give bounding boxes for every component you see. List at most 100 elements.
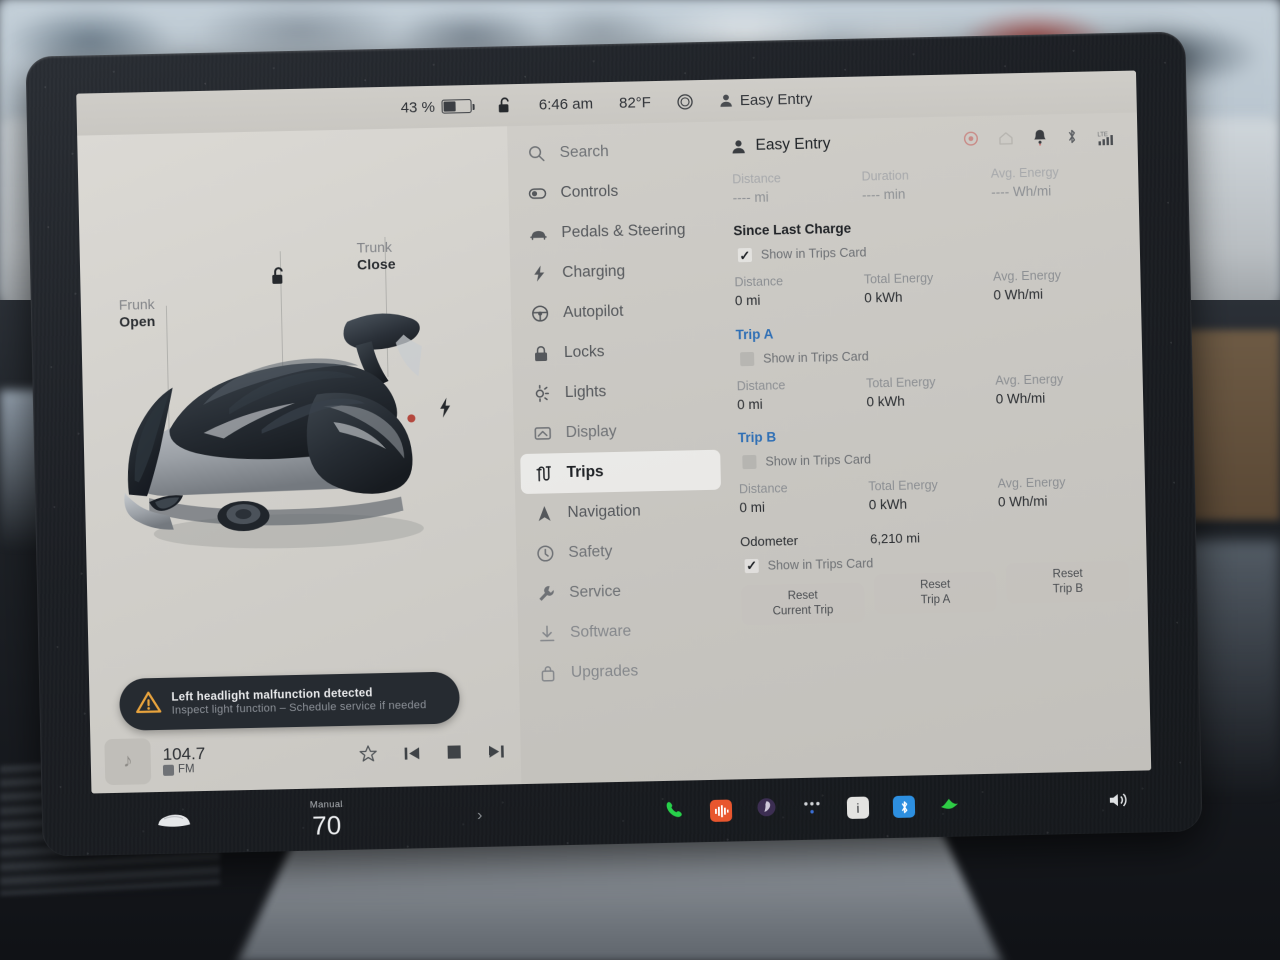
sidebar-item-pedals-steering[interactable]: Pedals & Steering <box>515 210 716 254</box>
stat-value: ---- min <box>861 186 906 203</box>
reset-current-trip-button[interactable]: Reset Current Trip <box>741 582 865 626</box>
reset-button-line2: Trip B <box>1052 582 1084 596</box>
unlocked-padlock-icon[interactable] <box>498 96 513 114</box>
radio-chip-icon <box>162 764 175 777</box>
trunk-label-state: Close <box>356 255 396 273</box>
trip-section: Trip B Show in Trips Card Distance 0 mi Tota… <box>738 422 1128 518</box>
car-front-icon[interactable] <box>156 811 191 835</box>
battery-status: 43 % <box>400 98 473 117</box>
tesla-touchscreen: 43 % 6:46 am 82°F Easy Entry Frunk Open … <box>76 70 1152 794</box>
outside-temperature-label: 82°F <box>618 93 652 112</box>
trip-stat: Total Energy 0 kWh <box>864 269 994 308</box>
sidebar-item-software[interactable]: Software <box>524 610 725 654</box>
trips-profile-name: Easy Entry <box>755 135 831 154</box>
skip-previous-icon[interactable] <box>404 745 421 766</box>
person-icon <box>731 139 745 154</box>
trunk-label-title: Trunk <box>356 238 393 256</box>
radio-band-row: FM <box>162 763 206 777</box>
open-padlock-icon[interactable] <box>270 265 289 291</box>
more-apps-icon[interactable] <box>801 797 823 820</box>
settings-sidebar: Search Controls Pedals & Steering Charging A… <box>507 122 733 784</box>
settings-pane: Search Controls Pedals & Steering Charging A… <box>507 112 1152 785</box>
show-in-trips-card-checkbox[interactable]: ✓ Show in Trips Card <box>737 240 1122 263</box>
clock-label: 6:46 am <box>538 94 594 114</box>
display-icon <box>534 424 552 442</box>
battery-percent-label: 43 % <box>400 98 436 117</box>
stat-value: ---- Wh/mi <box>991 183 1052 200</box>
trip-section: Trip A Show in Trips Card Distance 0 mi Tota… <box>735 319 1125 415</box>
sidebar-item-navigation[interactable]: Navigation <box>521 490 722 534</box>
fan-circle-icon[interactable] <box>677 93 694 110</box>
home-icon[interactable] <box>998 131 1013 150</box>
media-controls <box>358 741 504 768</box>
current-trip-stat: Avg. Energy ---- Wh/mi <box>991 163 1121 202</box>
sidebar-item-label: Lights <box>564 383 607 402</box>
volume-speaker-icon[interactable] <box>1106 790 1132 814</box>
driver-profile[interactable]: Easy Entry <box>720 90 813 109</box>
sidebar-item-label: Controls <box>560 182 619 202</box>
music-note-icon[interactable]: ♪ <box>104 738 152 786</box>
climate-temperature-control[interactable]: Manual 70 <box>309 798 344 841</box>
odometer-value: 6,210 mi <box>869 530 921 547</box>
sidebar-item-search[interactable]: Search <box>513 130 714 174</box>
odometer-label: Odometer <box>739 532 799 550</box>
climate-mode-label: Manual <box>309 798 343 811</box>
toybox-app-icon[interactable] <box>939 793 963 818</box>
climate-temperature-value: 70 <box>311 810 342 841</box>
vehicle-visualization-pane: Frunk Open Trunk Close Left headlight ma… <box>77 126 522 794</box>
stop-square-icon[interactable] <box>447 744 462 764</box>
stat-value: 0 kWh <box>866 393 905 410</box>
trip-sections: Since Last Charge ✓ Show in Trips Card Dist… <box>733 215 1127 518</box>
reset-trip-a-button[interactable]: Reset Trip A <box>873 571 998 615</box>
sidebar-item-upgrades[interactable]: Upgrades <box>525 650 726 694</box>
info-app-icon[interactable]: i <box>846 796 870 820</box>
sidebar-item-label: Display <box>565 422 617 442</box>
taskbar-app-icons: i <box>664 788 1132 825</box>
trunk-status-label[interactable]: Trunk Close <box>356 239 395 274</box>
reset-trip-b-button[interactable]: Reset Trip B <box>1006 560 1130 604</box>
show-in-trips-card-checkbox[interactable]: Show in Trips Card <box>742 447 1126 470</box>
bluetooth-icon[interactable] <box>1066 128 1077 150</box>
bluetooth-app-icon[interactable] <box>892 795 916 818</box>
trip-stat: Avg. Energy 0 Wh/mi <box>993 266 1123 305</box>
show-in-trips-card-checkbox[interactable]: Show in Trips Card <box>740 344 1124 367</box>
bell-icon[interactable] <box>1033 128 1046 150</box>
stat-value: 0 Wh/mi <box>993 286 1044 303</box>
background-center-console <box>237 833 1003 960</box>
sidebar-item-charging[interactable]: Charging <box>516 250 717 294</box>
vehicle-illustration <box>124 313 424 549</box>
screen-body: Frunk Open Trunk Close Left headlight ma… <box>77 112 1152 794</box>
warning-triangle-icon <box>135 689 162 719</box>
reset-button-line2: Current Trip <box>772 604 834 618</box>
sidebar-item-autopilot[interactable]: Autopilot <box>517 290 718 334</box>
trip-section-title[interactable]: Trip A <box>735 319 1123 342</box>
checkbox-box <box>740 351 755 367</box>
sidebar-item-lights[interactable]: Lights <box>518 370 719 414</box>
skip-next-icon[interactable] <box>487 743 504 764</box>
checkbox-label: Show in Trips Card <box>765 452 872 470</box>
phone-icon[interactable] <box>664 798 687 825</box>
reset-button-line1: Reset <box>787 589 818 603</box>
media-now-playing[interactable]: 104.7 FM <box>162 744 205 778</box>
dashcam-record-icon[interactable] <box>963 131 978 151</box>
media-app-icon[interactable] <box>709 799 733 822</box>
sidebar-item-controls[interactable]: Controls <box>514 170 715 214</box>
trips-header: Easy Entry LTE <box>731 127 1119 157</box>
vehicle-alert-toast[interactable]: Left headlight malfunction detected Insp… <box>119 671 461 731</box>
sidebar-item-display[interactable]: Display <box>519 410 720 454</box>
trip-section-title[interactable]: Trip B <box>738 422 1126 446</box>
sidebar-item-service[interactable]: Service <box>523 570 724 614</box>
steering-wheel-icon <box>531 304 549 322</box>
trips-status-icons: LTE <box>963 127 1119 152</box>
lock-icon <box>532 344 550 362</box>
taskbar-left-group: Manual 70 › <box>156 797 483 843</box>
star-outline-icon[interactable] <box>358 744 378 768</box>
browser-app-icon[interactable] <box>756 797 778 823</box>
chevron-right-icon[interactable]: › <box>477 807 483 825</box>
sidebar-item-trips[interactable]: Trips <box>520 449 722 495</box>
trip-stat: Total Energy 0 kWh <box>868 476 998 515</box>
checkbox-box <box>742 455 757 470</box>
sidebar-item-safety[interactable]: Safety <box>522 530 723 574</box>
sidebar-item-locks[interactable]: Locks <box>518 330 719 374</box>
trip-section-stats: Distance 0 mi Total Energy 0 kWh Avg. Energy… <box>734 266 1123 311</box>
